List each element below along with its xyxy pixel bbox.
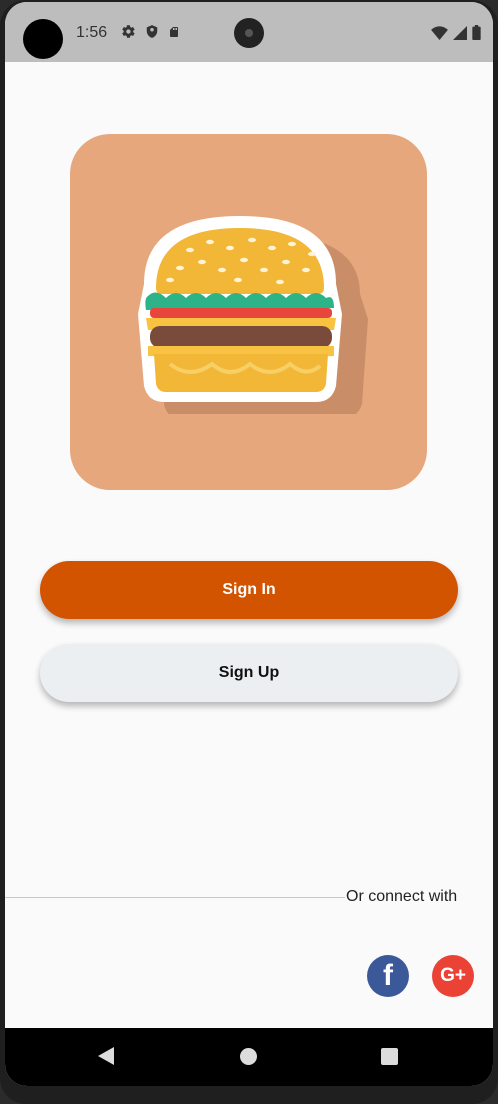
sign-up-button[interactable]: Sign Up bbox=[40, 644, 458, 702]
app-logo-card bbox=[70, 134, 427, 490]
google-plus-button[interactable]: G+ bbox=[432, 955, 474, 997]
wifi-icon bbox=[431, 25, 448, 40]
google-plus-icon: G+ bbox=[440, 965, 466, 986]
status-bar: 1:56 bbox=[5, 2, 493, 62]
connect-label: Or connect with bbox=[346, 888, 458, 905]
status-icons-left bbox=[121, 24, 180, 39]
app-screen: 1:56 Sign In Sign Up Or connect with f G… bbox=[5, 2, 493, 1086]
device-frame: 1:56 Sign In Sign Up Or connect with f G… bbox=[0, 0, 498, 1104]
recents-icon[interactable] bbox=[381, 1048, 398, 1065]
navigation-bar bbox=[5, 1028, 493, 1086]
sd-card-icon bbox=[170, 26, 178, 37]
home-icon[interactable] bbox=[240, 1048, 257, 1065]
status-time: 1:56 bbox=[76, 24, 108, 41]
back-icon[interactable] bbox=[98, 1047, 114, 1065]
gear-icon bbox=[122, 25, 135, 38]
burger-icon bbox=[138, 216, 368, 414]
front-camera bbox=[234, 18, 264, 48]
facebook-button[interactable]: f bbox=[367, 955, 409, 997]
camera-cutout bbox=[23, 19, 63, 59]
status-icons-right bbox=[431, 25, 481, 40]
sign-in-button[interactable]: Sign In bbox=[40, 561, 458, 619]
signal-icon bbox=[453, 25, 467, 40]
shield-icon bbox=[146, 25, 158, 38]
divider bbox=[5, 897, 345, 898]
battery-icon bbox=[472, 25, 481, 40]
facebook-icon: f bbox=[383, 959, 393, 992]
